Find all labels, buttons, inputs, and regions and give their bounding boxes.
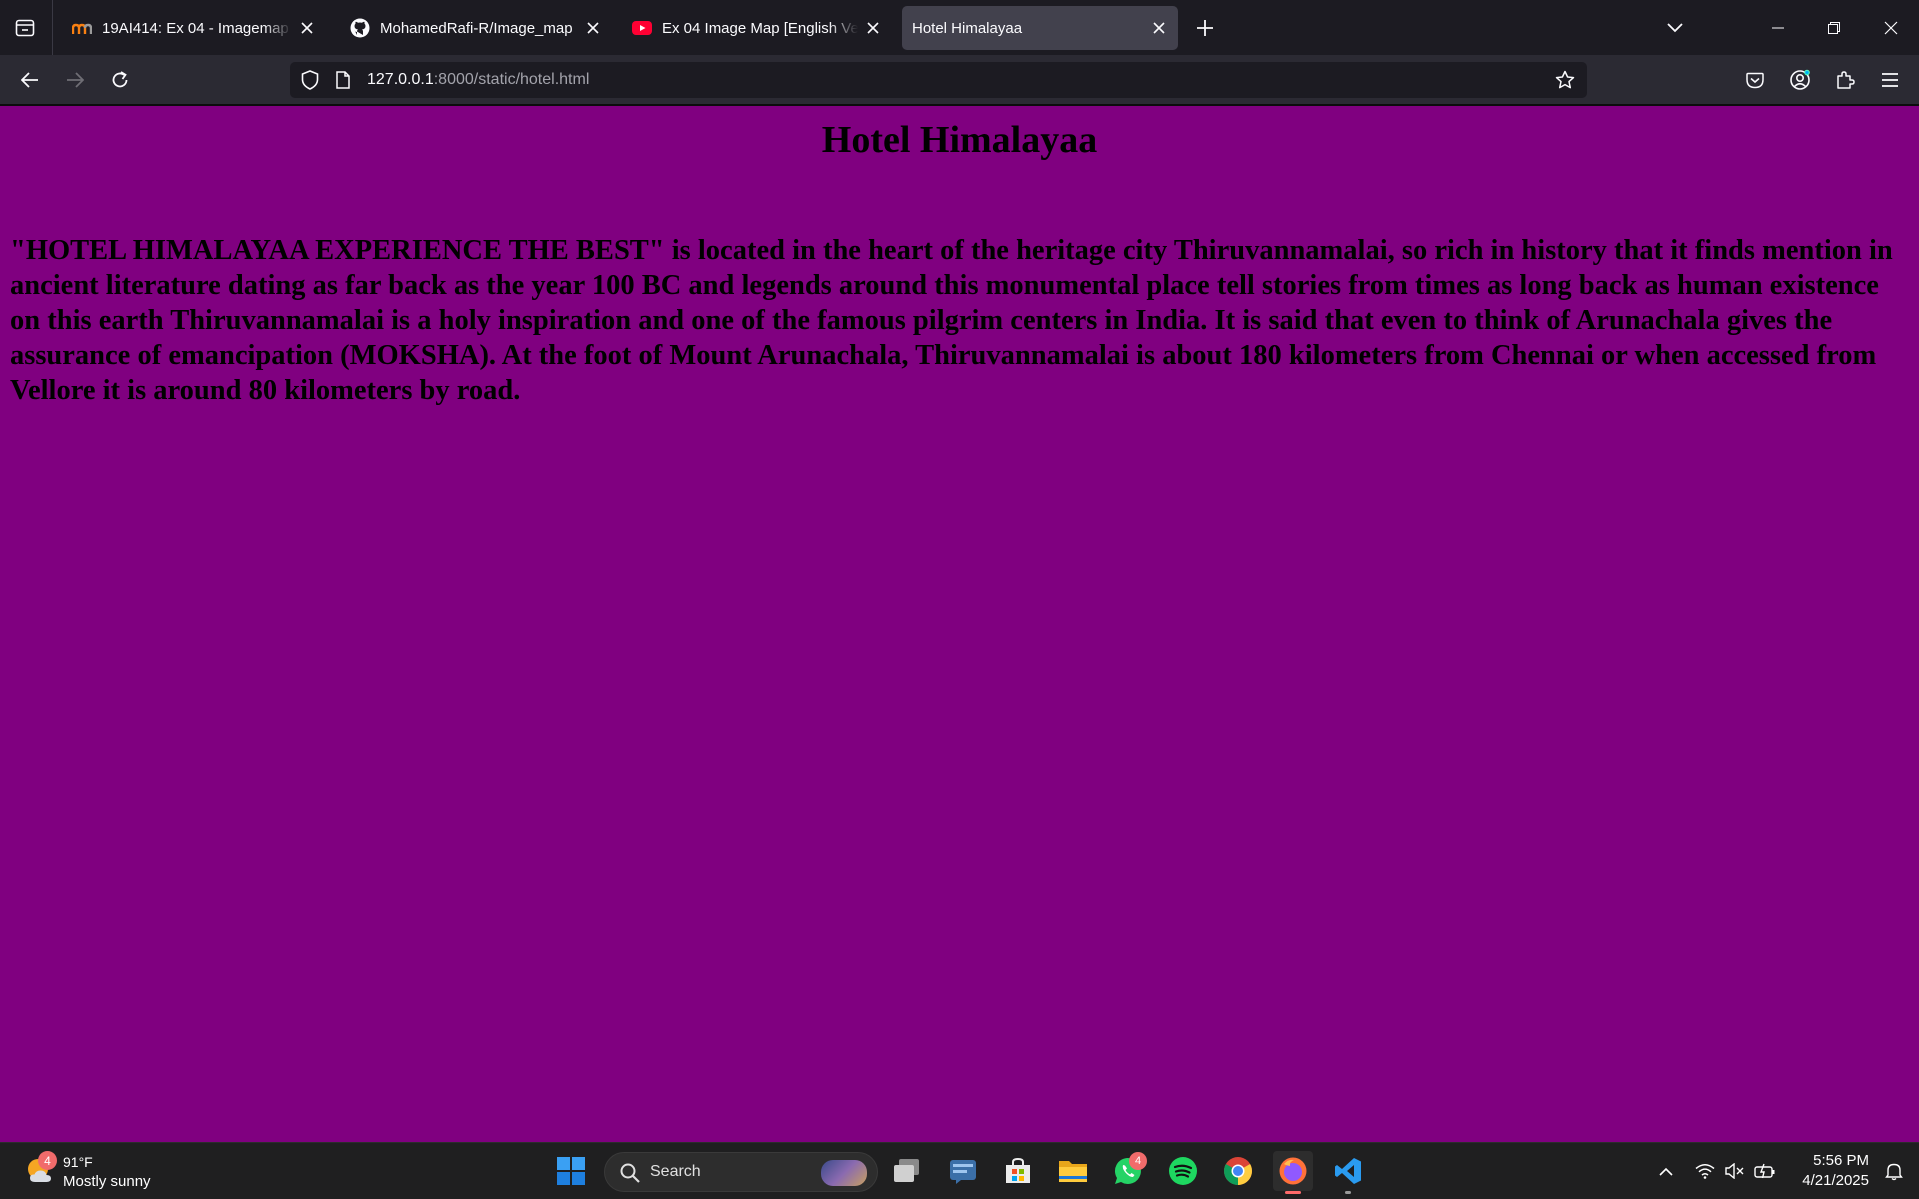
reload-icon	[112, 71, 128, 88]
tab-title: Hotel Himalayaa	[912, 19, 1023, 37]
close-icon[interactable]	[584, 19, 602, 37]
reload-button[interactable]	[104, 64, 136, 96]
vscode-icon	[1335, 1158, 1361, 1184]
notification-bell-icon	[1885, 1163, 1903, 1181]
file-explorer-button[interactable]	[1053, 1151, 1093, 1191]
arrow-right-icon	[67, 72, 84, 88]
github-icon	[350, 18, 370, 38]
windows-taskbar: 4 91°F Mostly sunny Search 4 5:56 PM 4/2…	[0, 1142, 1919, 1199]
weather-description: Mostly sunny	[63, 1173, 151, 1190]
tab-title: MohamedRafi-R/Image_map	[380, 19, 573, 37]
battery-button[interactable]	[1752, 1157, 1778, 1185]
running-app-indicator	[1345, 1191, 1351, 1194]
tab-youtube[interactable]: Ex 04 Image Map [English Version]	[618, 6, 892, 50]
system-clock[interactable]: 5:56 PM 4/21/2025	[1789, 1151, 1869, 1191]
notifications-button[interactable]	[1880, 1157, 1908, 1185]
close-icon[interactable]	[298, 19, 316, 37]
tab-moodle[interactable]: 19AI414: Ex 04 - Imagemap | SEC	[58, 6, 326, 50]
url-path: :8000/static/hotel.html	[433, 71, 590, 88]
tab-strip-divider	[52, 0, 53, 55]
tab-title: 19AI414: Ex 04 - Imagemap | SEC	[102, 19, 292, 37]
url-text[interactable]: 127.0.0.1:8000/static/hotel.html	[367, 71, 589, 89]
tab-title: Ex 04 Image Map [English Version]	[662, 19, 858, 37]
page-title: Hotel Himalayaa	[821, 119, 1098, 161]
close-icon[interactable]	[1150, 19, 1168, 37]
bookmark-star-icon[interactable]	[1555, 70, 1575, 90]
clock-time: 5:56 PM	[1813, 1152, 1869, 1169]
tab-strip: 19AI414: Ex 04 - Imagemap | SEC MohamedR…	[0, 0, 1919, 55]
store-icon	[1006, 1157, 1030, 1183]
show-hidden-icons-button[interactable]	[1653, 1157, 1679, 1185]
store-app-button[interactable]	[998, 1151, 1038, 1191]
shield-icon[interactable]	[300, 70, 320, 90]
pocket-icon	[1746, 72, 1764, 88]
wifi-icon	[1695, 1164, 1715, 1179]
youtube-icon	[632, 18, 652, 38]
list-all-tabs-button[interactable]	[1647, 0, 1703, 55]
spotify-icon	[1169, 1157, 1197, 1185]
close-window-button[interactable]	[1863, 0, 1919, 55]
minimize-button[interactable]	[1750, 0, 1806, 55]
arrow-left-icon	[21, 72, 38, 88]
pocket-button[interactable]	[1739, 64, 1771, 96]
start-button[interactable]	[551, 1151, 591, 1191]
close-icon[interactable]	[864, 19, 882, 37]
new-tab-button[interactable]	[1190, 14, 1220, 42]
plus-icon	[1197, 20, 1213, 36]
extensions-button[interactable]	[1829, 64, 1861, 96]
url-host: 127.0.0.1	[367, 71, 434, 88]
chevron-down-icon	[1667, 22, 1683, 32]
firefox-view-icon	[15, 19, 35, 37]
whatsapp-button[interactable]: 4	[1108, 1151, 1148, 1191]
restore-button[interactable]	[1806, 0, 1862, 55]
firefox-view-button[interactable]	[10, 14, 40, 42]
task-view-icon	[894, 1159, 919, 1182]
puzzle-icon	[1837, 71, 1855, 89]
windows-icon	[557, 1157, 585, 1185]
hotel-description: "HOTEL HIMALAYAA EXPERIENCE THE BEST" is…	[10, 234, 1893, 406]
navigation-toolbar: 127.0.0.1:8000/static/hotel.html	[0, 55, 1919, 105]
taskbar-search[interactable]: Search	[604, 1152, 878, 1192]
page-content: Hotel Himalayaa "HOTEL HIMALAYAA EXPERIE…	[0, 106, 1919, 1142]
restore-icon	[1828, 21, 1840, 34]
address-bar[interactable]: 127.0.0.1:8000/static/hotel.html	[290, 62, 1587, 98]
chat-icon	[950, 1160, 976, 1184]
tab-hotel-himalayaa[interactable]: Hotel Himalayaa	[902, 6, 1178, 50]
whatsapp-badge: 4	[1129, 1152, 1147, 1170]
firefox-button[interactable]	[1273, 1151, 1313, 1194]
chat-app-button[interactable]	[943, 1151, 983, 1191]
volume-button[interactable]	[1722, 1157, 1748, 1185]
search-label: Search	[650, 1163, 701, 1180]
account-button[interactable]	[1784, 64, 1816, 96]
chrome-icon	[1224, 1157, 1252, 1185]
weather-badge: 4	[38, 1151, 57, 1170]
search-icon	[620, 1163, 640, 1183]
vscode-button[interactable]	[1328, 1151, 1368, 1194]
volume-muted-icon	[1725, 1163, 1744, 1179]
minimize-icon	[1772, 27, 1784, 28]
weather-temperature: 91°F	[63, 1154, 93, 1170]
network-button[interactable]	[1692, 1157, 1718, 1185]
chrome-button[interactable]	[1218, 1151, 1258, 1191]
page-icon[interactable]	[333, 70, 353, 90]
account-icon	[1790, 69, 1810, 90]
hamburger-menu-icon	[1882, 73, 1898, 87]
forward-button[interactable]	[59, 64, 91, 96]
firefox-icon	[1279, 1157, 1307, 1185]
spotify-button[interactable]	[1163, 1151, 1203, 1191]
back-button[interactable]	[14, 64, 46, 96]
chevron-up-icon	[1659, 1167, 1673, 1176]
battery-charging-icon	[1754, 1163, 1775, 1179]
search-highlight-image	[821, 1160, 867, 1186]
clock-date: 4/21/2025	[1802, 1172, 1869, 1189]
menu-button[interactable]	[1874, 64, 1906, 96]
close-icon	[1884, 21, 1898, 34]
active-app-indicator	[1285, 1191, 1301, 1194]
tab-github[interactable]: MohamedRafi-R/Image_map	[336, 6, 612, 50]
folder-icon	[1059, 1161, 1087, 1182]
moodle-icon	[72, 18, 92, 38]
task-view-button[interactable]	[887, 1151, 927, 1191]
